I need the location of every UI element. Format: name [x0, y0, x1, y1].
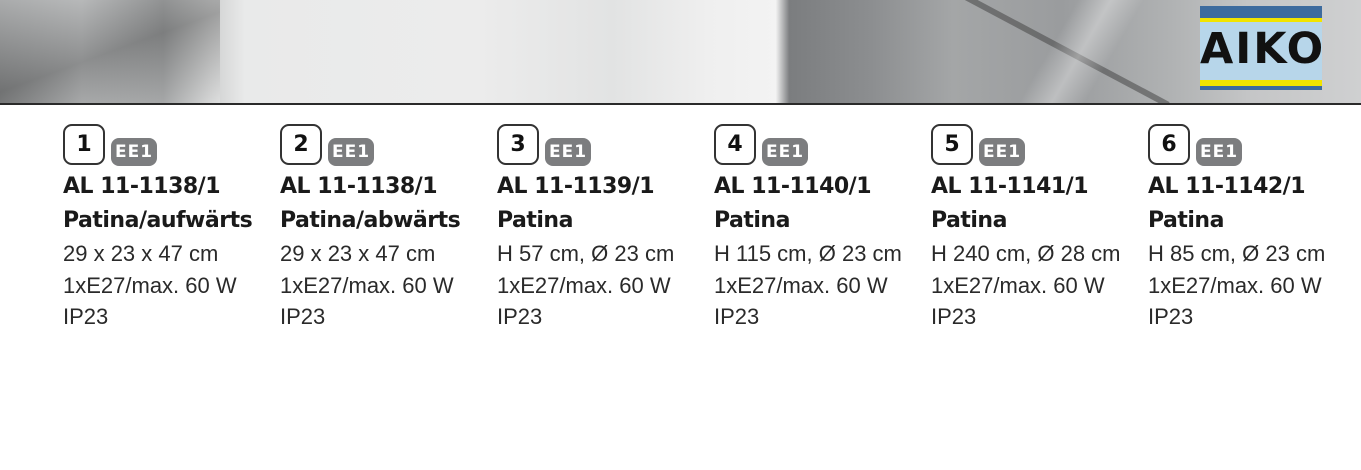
product-ip-rating: IP23: [931, 304, 977, 329]
product-code: AL 11-1139/1: [497, 174, 655, 199]
energy-class-badge: EE1: [328, 138, 374, 166]
product-finish: Patina: [714, 208, 790, 233]
product-number: 5: [931, 124, 973, 165]
product-dimensions: 29 x 23 x 47 cm: [63, 241, 219, 266]
energy-class-badge: EE1: [545, 138, 591, 166]
product-power: 1xE27/max. 60 W: [1148, 273, 1322, 298]
product-finish: Patina/abwärts: [280, 208, 461, 233]
product-power: 1xE27/max. 60 W: [63, 273, 237, 298]
product-number: 3: [497, 124, 539, 165]
energy-class-badge: EE1: [979, 138, 1025, 166]
product-ip-rating: IP23: [1148, 304, 1194, 329]
product-number: 2: [280, 124, 322, 165]
product-ip-rating: IP23: [280, 304, 326, 329]
energy-class-badge: EE1: [111, 138, 157, 166]
logo-bottom-bar-blue: [1200, 86, 1322, 90]
product-number: 6: [1148, 124, 1190, 165]
product-code: AL 11-1141/1: [931, 174, 1089, 199]
energy-class-badge: EE1: [1196, 138, 1242, 166]
product-code: AL 11-1138/1: [280, 174, 438, 199]
product-dimensions: H 85 cm, Ø 23 cm: [1148, 241, 1326, 266]
product-code: AL 11-1142/1: [1148, 174, 1306, 199]
product-power: 1xE27/max. 60 W: [497, 273, 671, 298]
product-code: AL 11-1140/1: [714, 174, 872, 199]
product-code: AL 11-1138/1: [63, 174, 221, 199]
banner-highlight: [990, 0, 1150, 104]
header-banner-image: [0, 0, 1361, 104]
logo-top-bar: [1200, 6, 1322, 18]
product-ip-rating: IP23: [497, 304, 543, 329]
product-power: 1xE27/max. 60 W: [280, 273, 454, 298]
product-ip-rating: IP23: [714, 304, 760, 329]
product-power: 1xE27/max. 60 W: [714, 273, 888, 298]
product-dimensions: H 240 cm, Ø 28 cm: [931, 241, 1121, 266]
product-finish: Patina: [1148, 208, 1224, 233]
product-finish: Patina: [931, 208, 1007, 233]
product-number: 1: [63, 124, 105, 165]
product-number: 4: [714, 124, 756, 165]
banner-divider: [0, 103, 1361, 105]
logo-text: AIKO: [1200, 24, 1326, 74]
product-ip-rating: IP23: [63, 304, 109, 329]
product-power: 1xE27/max. 60 W: [931, 273, 1105, 298]
product-finish: Patina/aufwärts: [63, 208, 253, 233]
product-dimensions: 29 x 23 x 47 cm: [280, 241, 436, 266]
product-dimensions: H 57 cm, Ø 23 cm: [497, 241, 675, 266]
product-finish: Patina: [497, 208, 573, 233]
product-dimensions: H 115 cm, Ø 23 cm: [714, 241, 902, 266]
aiko-logo: AIKO: [1200, 6, 1326, 90]
banner-shade: [0, 0, 220, 104]
energy-class-badge: EE1: [762, 138, 808, 166]
